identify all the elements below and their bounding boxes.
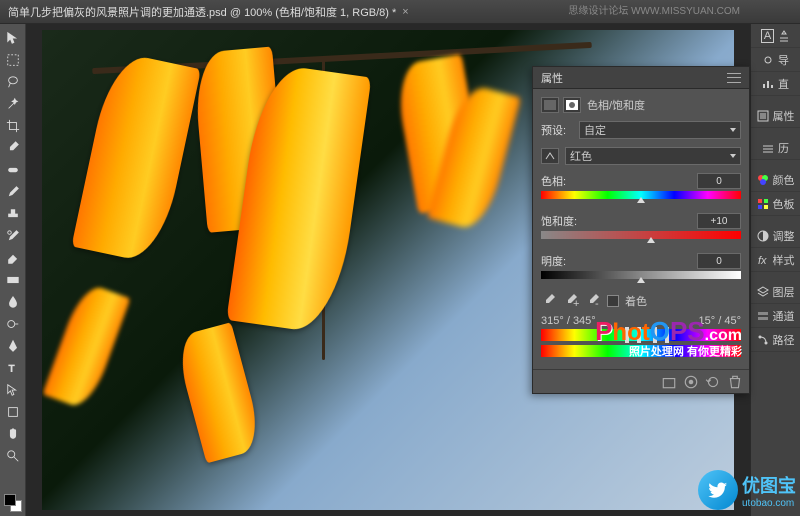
panel-styles[interactable]: fx样式 [751,248,800,272]
panel-channels[interactable]: 通道 [751,304,800,328]
panel-color[interactable]: 颜色 [751,168,800,192]
colorize-checkbox[interactable] [607,295,619,307]
colorize-label: 着色 [625,293,647,309]
path-tool[interactable] [2,380,24,400]
saturation-slider[interactable] [541,231,741,243]
hand-tool[interactable] [2,424,24,444]
reset-icon[interactable] [705,375,721,389]
svg-text:+: + [573,298,579,309]
panel-dock: A 导 直 属性 历 颜色 色板 调整 fx样式 图层 通道 路径 [750,24,800,516]
panel-properties[interactable]: 属性 [751,104,800,128]
mask-icon[interactable] [563,97,581,113]
targeted-adjust-icon[interactable] [541,148,559,164]
eyedropper-subtract-icon[interactable]: - [585,293,601,309]
adjustment-type-label: 色相/饱和度 [587,97,645,113]
healing-tool[interactable] [2,160,24,180]
marquee-tool[interactable] [2,50,24,70]
type-tool[interactable]: T [2,358,24,378]
channel-select[interactable]: 红色 [565,147,741,165]
eraser-tool[interactable] [2,248,24,268]
eyedropper-icon[interactable] [541,293,557,309]
watermark-photops: PhotOPS.com 照片处理网 有你更精彩 [595,316,742,359]
panel-history[interactable]: 历 [751,136,800,160]
shape-tool[interactable] [2,402,24,422]
properties-panel-title: 属性 [541,70,563,86]
watermark-top: 思缘设计论坛 WWW.MISSYUAN.COM [568,2,740,17]
chevron-down-icon [730,154,736,158]
lightness-slider[interactable] [541,271,741,283]
wand-tool[interactable] [2,94,24,114]
panel-histogram[interactable]: 直 [751,72,800,96]
panel-guides[interactable]: 导 [751,48,800,72]
gradient-tool[interactable] [2,270,24,290]
blur-tool[interactable] [2,292,24,312]
zoom-tool[interactable] [2,446,24,466]
saturation-input[interactable] [697,213,741,229]
panel-menu-icon[interactable] [727,73,741,83]
panel-typography[interactable]: A [751,24,800,48]
panel-paths[interactable]: 路径 [751,328,800,352]
eyedropper-add-icon[interactable]: + [563,293,579,309]
svg-text:fx: fx [758,255,767,266]
angle-left1: 315° / 345° [541,315,596,327]
history-brush-tool[interactable] [2,226,24,246]
bird-icon [698,470,738,510]
move-tool[interactable] [2,28,24,48]
panel-swatches[interactable]: 色板 [751,192,800,216]
stamp-tool[interactable] [2,204,24,224]
properties-panel-header[interactable]: 属性 [533,67,749,89]
preset-label: 预设: [541,122,573,138]
document-title: 简单几步把偏灰的风景照片调的更加通透.psd @ 100% (色相/饱和度 1,… [8,4,396,20]
hue-label: 色相: [541,173,566,189]
pen-tool[interactable] [2,336,24,356]
hue-slider[interactable] [541,191,741,203]
tab-close-icon[interactable]: × [402,6,408,18]
trash-icon[interactable] [727,375,743,389]
lasso-tool[interactable] [2,72,24,92]
lightness-input[interactable] [697,253,741,269]
panel-adjustments[interactable]: 调整 [751,224,800,248]
dodge-tool[interactable] [2,314,24,334]
clip-to-layer-icon[interactable] [661,375,677,389]
preset-select[interactable]: 自定 [579,121,741,139]
panel-layers[interactable]: 图层 [751,280,800,304]
lightness-label: 明度: [541,253,566,269]
properties-panel-footer [533,369,749,393]
watermark-utobao: 优图宝 utobao.com [698,470,796,510]
foreground-color-swatch[interactable] [4,494,16,506]
eyedropper-tool[interactable] [2,138,24,158]
saturation-label: 饱和度: [541,213,577,229]
color-swatches[interactable] [0,490,26,516]
brush-tool[interactable] [2,182,24,202]
hue-input[interactable] [697,173,741,189]
view-previous-icon[interactable] [683,375,699,389]
adjustment-icon[interactable] [541,97,559,113]
svg-text:-: - [595,298,599,309]
chevron-down-icon [730,128,736,132]
crop-tool[interactable] [2,116,24,136]
svg-text:T: T [8,364,14,375]
tools-panel: T [0,24,26,516]
